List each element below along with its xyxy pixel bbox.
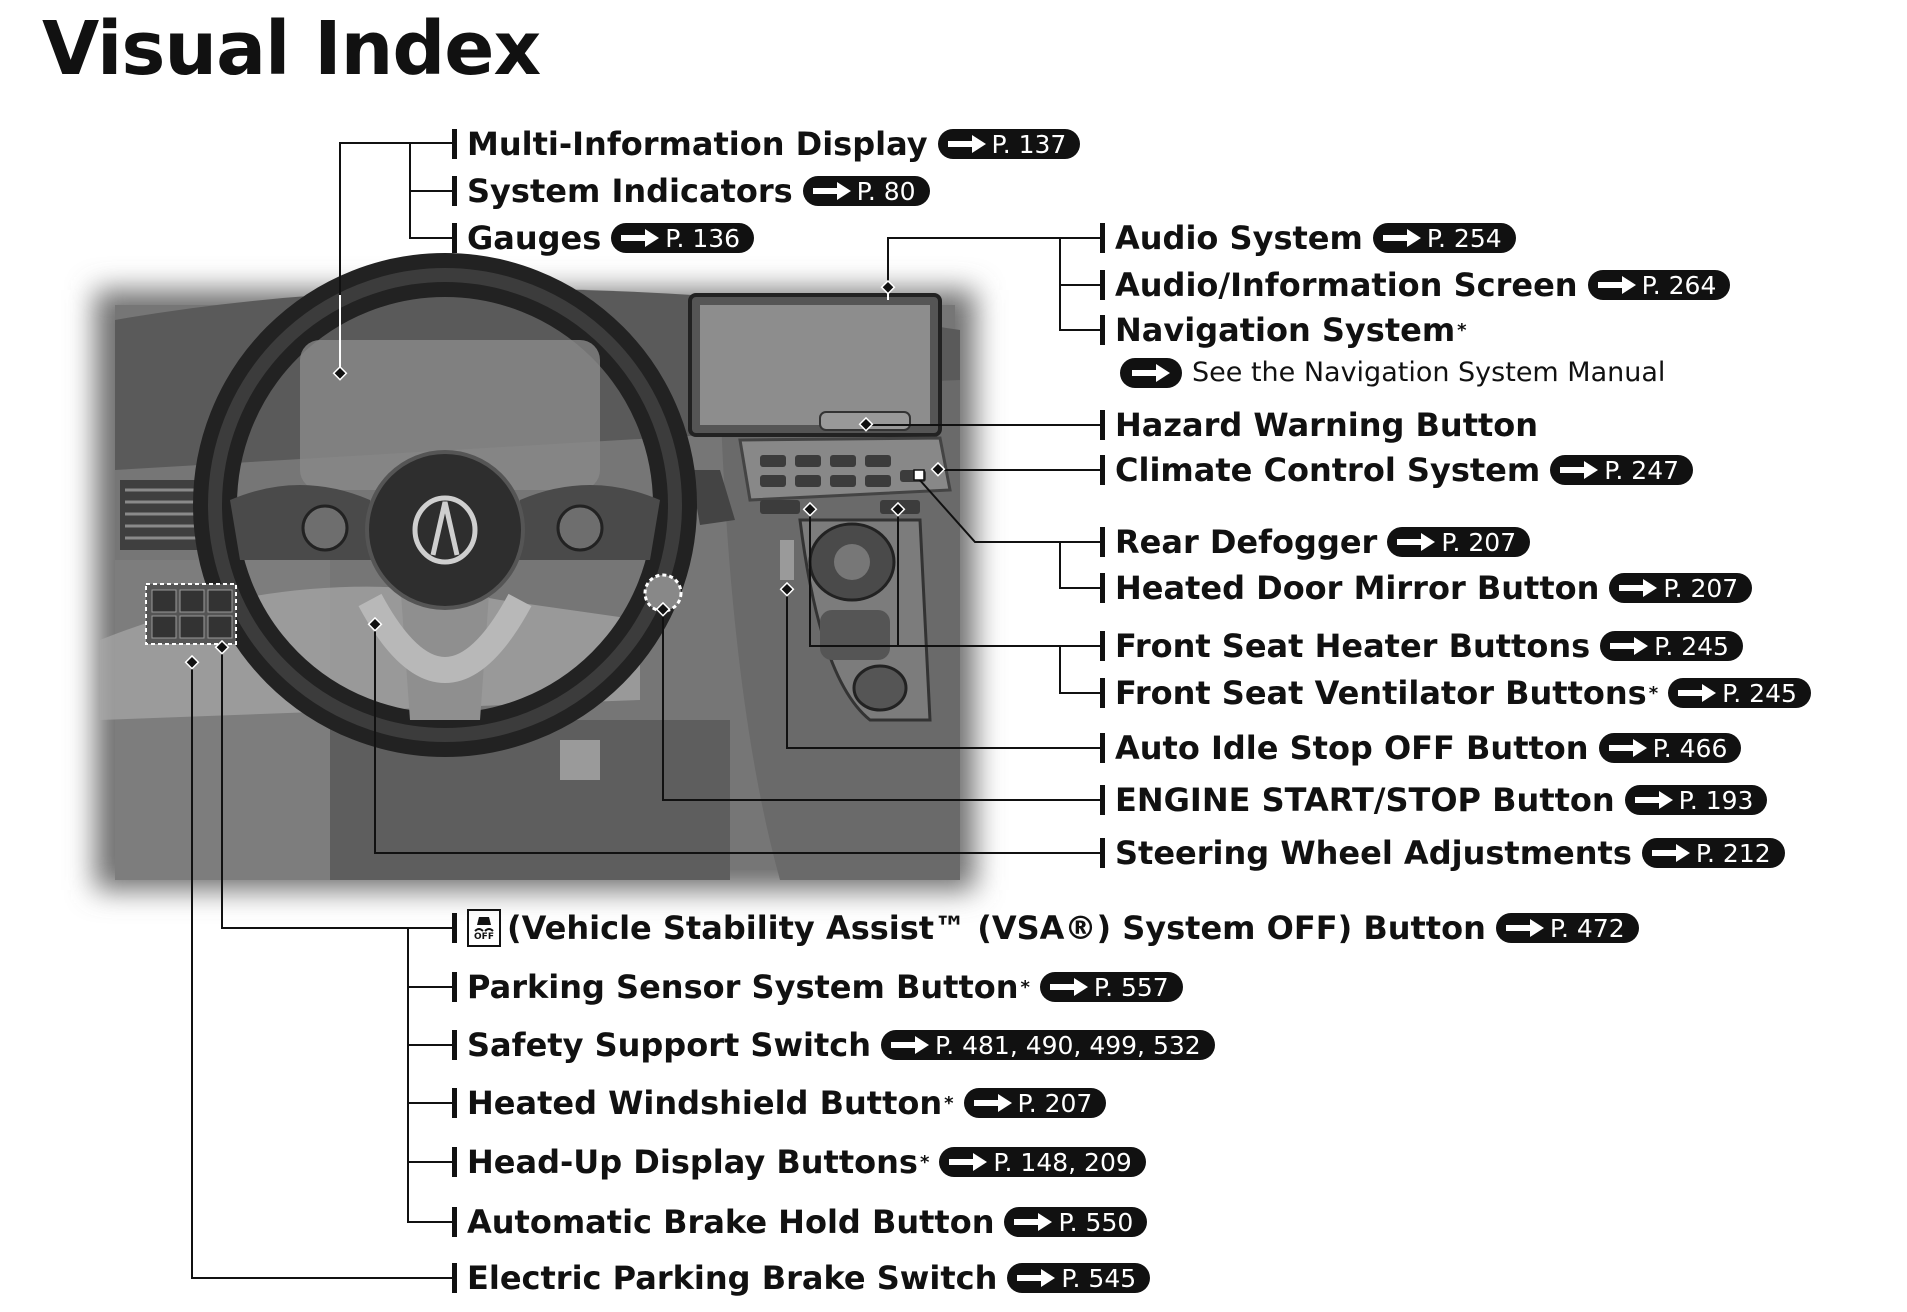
label-gauges: Gauges P. 136: [452, 216, 755, 260]
page-ref-link[interactable]: P. 545: [1007, 1263, 1151, 1293]
label-multi-information-display: Multi-Information Display P. 137: [452, 122, 1081, 166]
page-ref-link[interactable]: P. 472: [1495, 913, 1639, 943]
arrow-right-icon: [949, 1153, 988, 1171]
arrow-right-icon: [1634, 791, 1673, 809]
arrow-right-icon: [1651, 844, 1690, 862]
page-ref-link[interactable]: P. 193: [1624, 785, 1768, 815]
label-system-indicators: System Indicators P. 80: [452, 169, 930, 213]
arrow-right-icon: [1382, 229, 1421, 247]
arrow-right-icon: [1017, 1269, 1056, 1287]
label-audio-system: Audio System P. 254: [1100, 216, 1516, 260]
page-ref-link[interactable]: P. 557: [1039, 972, 1183, 1002]
page-ref-link[interactable]: P. 212: [1641, 838, 1785, 868]
arrow-right-icon: [1049, 978, 1088, 996]
page-ref-link[interactable]: P. 264: [1587, 270, 1731, 300]
label-front-seat-ventilator-buttons: Front Seat Ventilator Buttons * P. 245: [1100, 671, 1811, 715]
page-ref-link[interactable]: P. 466: [1598, 733, 1742, 763]
label-parking-sensor-system-button: Parking Sensor System Button * P. 557: [452, 965, 1183, 1009]
label-front-seat-heater-buttons: Front Seat Heater Buttons P. 245: [1100, 624, 1743, 668]
label-navigation-system: Navigation System *: [1100, 308, 1467, 352]
arrow-right-icon: [1608, 739, 1647, 757]
label-engine-start-stop-button: ENGINE START/STOP Button P. 193: [1100, 778, 1768, 822]
page-ref-link[interactable]: P. 247: [1550, 455, 1694, 485]
label-audio-information-screen: Audio/Information Screen P. 264: [1100, 263, 1731, 307]
arrow-right-icon: [1678, 684, 1717, 702]
arrow-right-icon: [1560, 461, 1599, 479]
page-ref-link[interactable]: P. 207: [1387, 527, 1531, 557]
label-vsa-off-button: OFF (Vehicle Stability Assist™ (VSA®) Sy…: [452, 906, 1639, 950]
page-ref-link[interactable]: P. 136: [611, 223, 755, 253]
label-automatic-brake-hold-button: Automatic Brake Hold Button P. 550: [452, 1200, 1148, 1244]
arrow-right-icon: [1597, 276, 1636, 294]
label-head-up-display-buttons: Head-Up Display Buttons * P. 148, 209: [452, 1140, 1146, 1184]
steering-wheel: [193, 253, 697, 757]
arrow-right-icon: [1505, 919, 1544, 937]
page-ref-link[interactable]: P. 245: [1668, 678, 1811, 708]
page-ref-link[interactable]: P. 207: [963, 1088, 1107, 1118]
page-ref-link[interactable]: P. 137: [937, 129, 1081, 159]
arrow-right-icon: [1397, 533, 1436, 551]
page-ref-link[interactable]: P. 550: [1004, 1207, 1148, 1237]
page-ref-link[interactable]: P. 207: [1609, 573, 1753, 603]
page-ref-link[interactable]: P. 80: [802, 176, 930, 206]
label-safety-support-switch: Safety Support Switch P. 481, 490, 499, …: [452, 1023, 1215, 1067]
vsa-off-icon: OFF: [467, 909, 501, 947]
page-ref-link[interactable]: P. 148, 209: [939, 1147, 1146, 1177]
arrow-right-icon: [1132, 363, 1170, 382]
arrow-right-icon: [1619, 579, 1658, 597]
label-climate-control-system: Climate Control System P. 247: [1100, 448, 1694, 492]
label-electric-parking-brake-switch: Electric Parking Brake Switch P. 545: [452, 1256, 1151, 1300]
arrow-right-icon: [973, 1094, 1012, 1112]
label-rear-defogger: Rear Defogger P. 207: [1100, 520, 1531, 564]
label-steering-wheel-adjustments: Steering Wheel Adjustments P. 212: [1100, 831, 1785, 875]
arrow-right-icon: [812, 182, 851, 200]
navigation-manual-note: See the Navigation System Manual: [1120, 357, 1665, 388]
arrow-right-icon: [891, 1036, 930, 1054]
arrow-right-icon: [1014, 1213, 1053, 1231]
label-heated-windshield-button: Heated Windshield Button * P. 207: [452, 1081, 1107, 1125]
arrow-right-icon: [947, 135, 986, 153]
arrow-right-icon: [1610, 637, 1649, 655]
arrow-right-icon: [621, 229, 660, 247]
label-hazard-warning-button: Hazard Warning Button: [1100, 403, 1538, 447]
page-ref-link[interactable]: [1120, 357, 1182, 388]
label-heated-door-mirror-button: Heated Door Mirror Button P. 207: [1100, 566, 1753, 610]
page-ref-link[interactable]: P. 481, 490, 499, 532: [881, 1030, 1215, 1060]
dashboard-photo: [95, 253, 975, 890]
page-ref-link[interactable]: P. 245: [1600, 631, 1743, 661]
label-auto-idle-stop-off-button: Auto Idle Stop OFF Button P. 466: [1100, 726, 1742, 770]
page-ref-link[interactable]: P. 254: [1372, 223, 1516, 253]
